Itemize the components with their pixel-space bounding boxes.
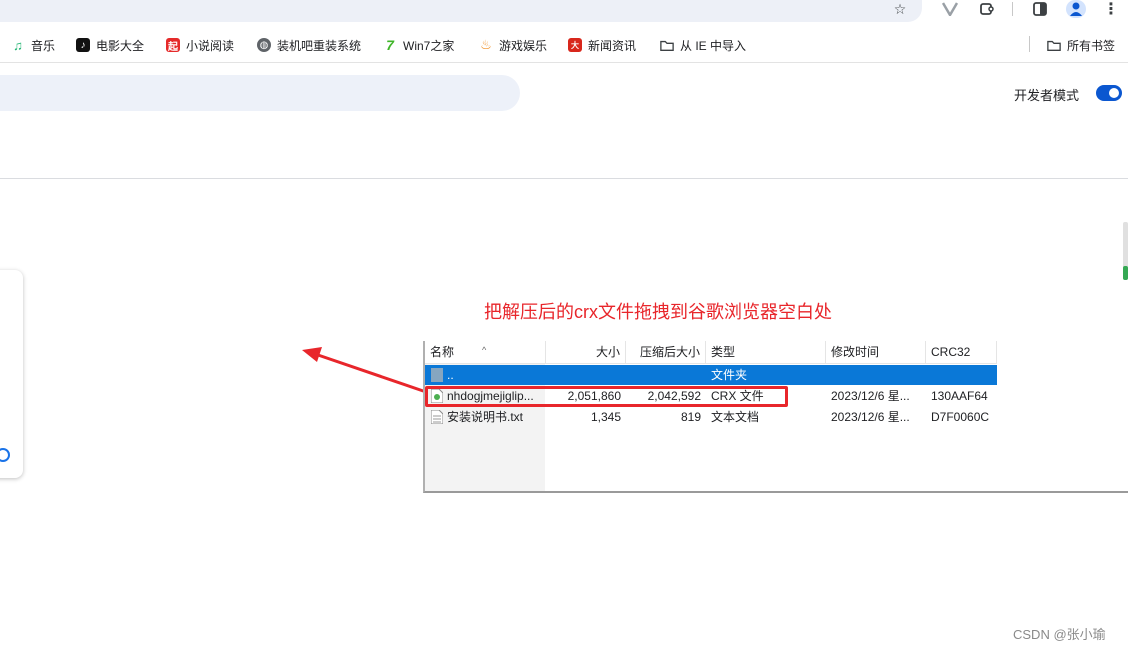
column-name[interactable]: 名称 ^ <box>425 341 546 363</box>
row-packed: 819 <box>680 410 701 424</box>
row-packed <box>626 365 701 385</box>
sort-arrow-icon: ^ <box>482 345 487 355</box>
column-size[interactable]: 大小 <box>546 341 626 363</box>
table-row[interactable]: 安装说明书.txt 1,345 819 文本文档 2023/12/6 星... … <box>425 407 997 427</box>
column-packed-size[interactable]: 压缩后大小 <box>626 341 706 363</box>
table-row[interactable]: .. 文件夹 <box>425 365 997 385</box>
row-name: .. <box>447 368 454 382</box>
column-type[interactable]: 类型 <box>706 341 826 363</box>
row-type: 文件夹 <box>711 368 748 382</box>
header-separator <box>425 363 997 364</box>
row-modified <box>831 365 925 385</box>
row-type: 文本文档 <box>711 410 760 424</box>
column-modified[interactable]: 修改时间 <box>826 341 926 363</box>
text-file-icon <box>431 410 443 424</box>
crx-highlight-box <box>425 386 788 407</box>
row-crc: D7F0060C <box>931 410 990 424</box>
folder-up-icon <box>431 368 443 382</box>
csdn-watermark: CSDN @张小瑜 <box>1013 627 1106 642</box>
row-modified: 2023/12/6 星... <box>831 410 910 424</box>
row-size: 1,345 <box>590 410 621 424</box>
drag-arrow <box>302 347 433 396</box>
archive-file-list: 名称 ^ 大小 压缩后大小 类型 修改时间 CRC32 .. 文件夹 nhdogj… <box>423 341 1128 493</box>
row-crc: 130AAF64 <box>931 389 988 403</box>
row-modified: 2023/12/6 星... <box>831 389 910 403</box>
row-name: 安装说明书.txt <box>447 410 524 424</box>
column-label: 名称 <box>430 345 455 359</box>
row-crc <box>931 365 997 385</box>
column-crc32[interactable]: CRC32 <box>926 341 997 363</box>
row-size <box>546 365 621 385</box>
